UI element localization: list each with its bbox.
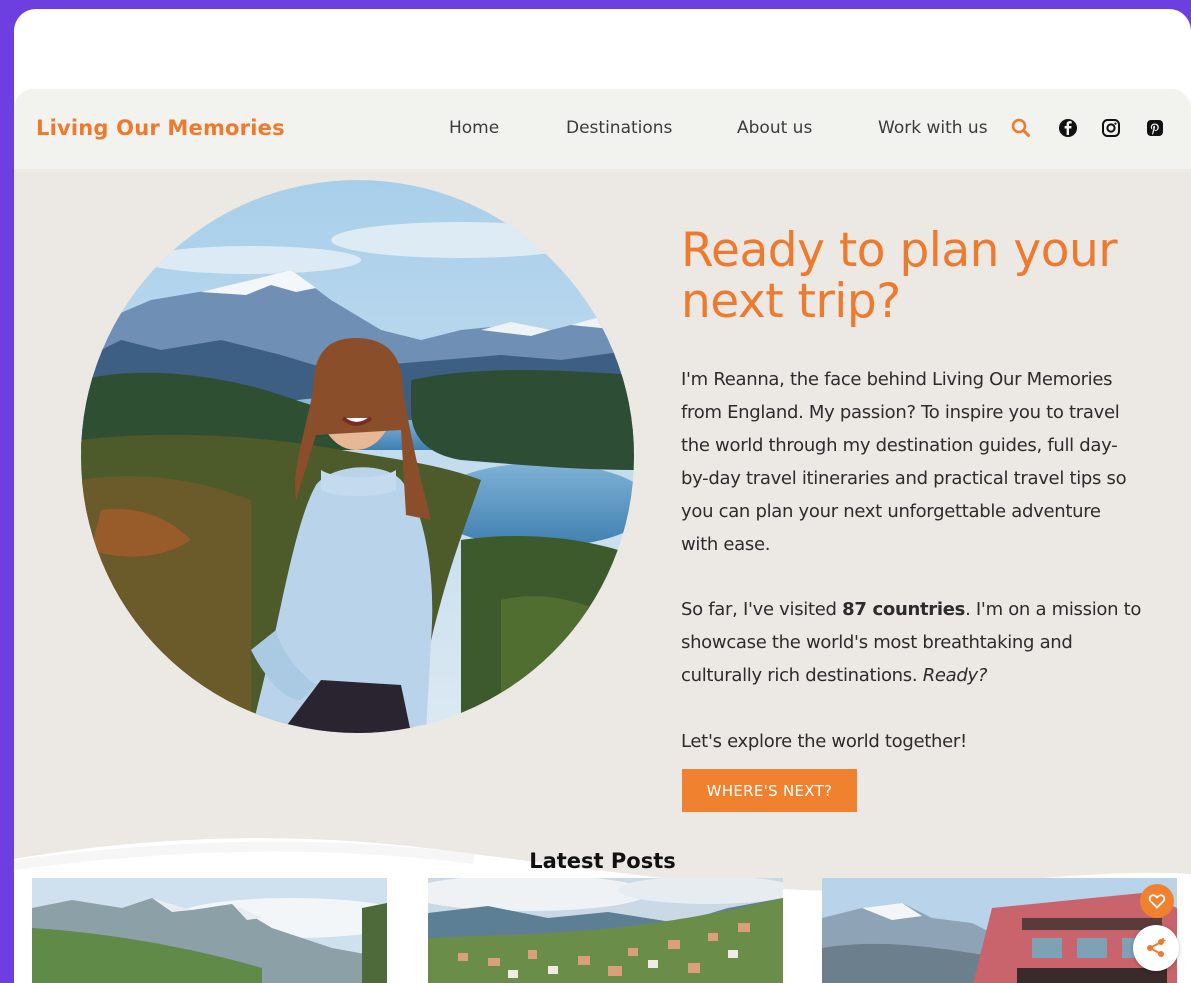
hero-title-line2: next trip?: [681, 274, 901, 329]
visited-line2: showcase the world's most breathtaking a…: [681, 632, 1073, 653]
post-card-1[interactable]: [32, 878, 387, 983]
intro-line: from England. My passion? To inspire you…: [681, 402, 1120, 423]
intro-line: with ease.: [681, 534, 771, 555]
browser-frame: Living Our Memories Home Destinations Ab…: [14, 9, 1191, 983]
wheres-next-button[interactable]: WHERE'S NEXT?: [682, 769, 857, 812]
post-card-3[interactable]: [822, 878, 1177, 983]
nav-about-us[interactable]: About us: [737, 118, 812, 138]
favorite-button[interactable]: [1140, 884, 1174, 918]
site-header: Living Our Memories Home Destinations Ab…: [14, 89, 1191, 169]
hero-closing: Let's explore the world together!: [681, 731, 967, 752]
instagram-icon[interactable]: [1100, 117, 1122, 139]
share-button[interactable]: [1133, 925, 1179, 971]
latest-posts-title: Latest Posts: [529, 849, 676, 873]
hero-intro: I'm Reanna, the face behind Living Our M…: [681, 363, 1176, 561]
visited-suffix: . I'm on a mission to: [965, 599, 1142, 620]
visited-count: 87 countries: [842, 599, 966, 620]
intro-line: by-day travel itineraries and practical …: [681, 468, 1127, 489]
intro-line: I'm Reanna, the face behind Living Our M…: [681, 369, 1113, 390]
intro-line: you can plan your next unforgettable adv…: [681, 501, 1101, 522]
nav-work-with-us[interactable]: Work with us: [878, 118, 988, 138]
search-icon[interactable]: [1010, 117, 1032, 139]
nav-destinations[interactable]: Destinations: [566, 118, 672, 138]
post-card-2[interactable]: [428, 878, 783, 983]
intro-line: the world through my destination guides,…: [681, 435, 1118, 456]
heart-icon: [1148, 894, 1166, 909]
visited-line3: culturally rich destinations. Ready?: [681, 659, 1176, 692]
nav-home[interactable]: Home: [449, 118, 499, 138]
pinterest-icon[interactable]: [1144, 117, 1166, 139]
site-logo[interactable]: Living Our Memories: [36, 116, 285, 140]
hero-title-line1: Ready to plan your: [681, 223, 1118, 278]
website: Living Our Memories Home Destinations Ab…: [14, 89, 1191, 983]
hero-visited: So far, I've visited 87 countries. I'm o…: [681, 593, 1176, 692]
visited-ready: Ready?: [922, 665, 988, 686]
visited-line1: So far, I've visited 87 countries. I'm o…: [681, 593, 1176, 626]
facebook-icon[interactable]: [1057, 117, 1079, 139]
visited-line3-prefix: culturally rich destinations.: [681, 665, 923, 686]
share-icon: [1147, 938, 1166, 957]
hero-photo: [81, 180, 634, 733]
hero-title: Ready to plan your next trip?: [681, 225, 1151, 327]
visited-prefix: So far, I've visited: [681, 599, 843, 620]
